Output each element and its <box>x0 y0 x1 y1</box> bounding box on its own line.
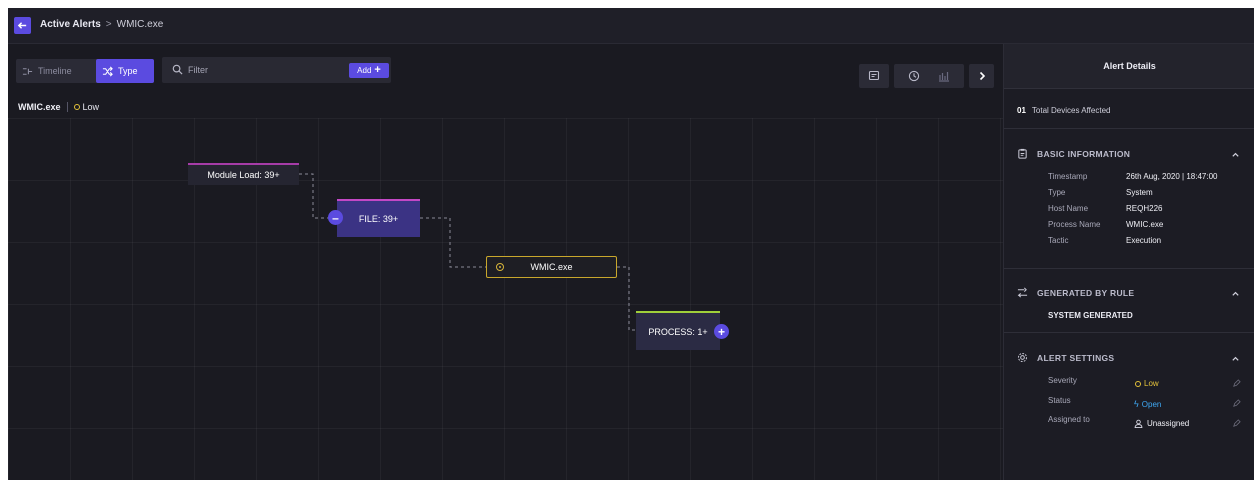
plus-icon: + <box>717 324 725 339</box>
basic-info-header[interactable]: BASIC INFORMATION <box>1017 148 1130 159</box>
node-wmic[interactable]: WMIC.exe <box>486 256 617 278</box>
target-icon <box>496 263 504 271</box>
assigned-value: Unassigned <box>1147 419 1190 428</box>
severity-select[interactable]: Low <box>1135 379 1159 388</box>
notes-button[interactable] <box>859 64 889 88</box>
settings-header[interactable]: ALERT SETTINGS <box>1017 352 1114 363</box>
type-key: Type <box>1048 188 1066 197</box>
breadcrumb: Active Alerts > WMIC.exe <box>40 19 163 30</box>
graph-severity: Low <box>73 102 100 112</box>
host-name-value: REQH226 <box>1126 204 1163 213</box>
node-wmic-label: WMIC.exe <box>530 262 573 272</box>
node-process[interactable]: PROCESS: 1+ <box>636 311 720 350</box>
graph-title: WMIC.exe Low <box>18 102 99 112</box>
devices-affected: 01 Total Devices Affected <box>1017 106 1110 115</box>
status-key: Status <box>1048 396 1071 405</box>
rule-icon <box>1017 287 1028 298</box>
tab-type-label: Type <box>118 66 138 76</box>
status-icon: ϟ <box>1134 399 1139 409</box>
back-button[interactable] <box>14 17 31 34</box>
severity-dot-icon <box>73 104 80 110</box>
host-name-key: Host Name <box>1048 204 1089 213</box>
expand-node-button[interactable]: + <box>714 324 729 339</box>
plus-icon: + <box>374 64 381 76</box>
collapse-node-button[interactable]: – <box>328 210 343 225</box>
alert-details-panel: Alert Details 01 Total Devices Affected … <box>1003 44 1254 480</box>
graph-severity-label: Low <box>82 102 100 112</box>
breadcrumb-current: WMIC.exe <box>116 19 164 30</box>
breadcrumb-separator: > <box>105 19 112 30</box>
chevron-up-icon[interactable] <box>1231 150 1240 159</box>
gear-icon <box>1017 352 1028 363</box>
graph-edges <box>299 173 636 331</box>
tab-timeline[interactable]: Timeline <box>16 59 88 83</box>
status-value: Open <box>1141 399 1162 409</box>
clipboard-icon <box>1018 148 1027 159</box>
rule-header[interactable]: GENERATED BY RULE <box>1017 287 1134 298</box>
rule-value: SYSTEM GENERATED <box>1048 311 1133 320</box>
type-value: System <box>1126 188 1153 197</box>
devices-count: 01 <box>1017 106 1026 115</box>
tactic-value: Execution <box>1126 236 1162 245</box>
timestamp-key: Timestamp <box>1048 172 1088 181</box>
panel-title: Alert Details <box>1004 44 1254 89</box>
chevron-up-icon[interactable] <box>1231 289 1240 298</box>
app-window: Active Alerts > WMIC.exe Timeline Type A… <box>8 8 1254 480</box>
graph-process-name: WMIC.exe <box>18 102 61 112</box>
view-options-group <box>894 64 964 88</box>
filter-input[interactable] <box>188 61 338 79</box>
minus-icon: – <box>332 210 339 225</box>
timeline-icon <box>22 67 33 75</box>
node-module-load-label: Module Load: 39+ <box>207 170 280 180</box>
divider <box>1004 128 1254 129</box>
view-options <box>908 70 950 82</box>
graph-canvas[interactable]: Module Load: 39+ FILE: 39+ – WMIC.exe PR… <box>8 118 1003 480</box>
expand-panel-button[interactable] <box>969 64 994 88</box>
chevron-up-icon[interactable] <box>1231 354 1240 363</box>
pencil-icon[interactable] <box>1232 419 1241 428</box>
arrow-left-icon <box>17 22 27 29</box>
divider <box>1004 268 1254 269</box>
status-select[interactable]: ϟ Open <box>1134 399 1161 409</box>
node-file-label: FILE: 39+ <box>358 214 399 224</box>
tab-timeline-label: Timeline <box>38 66 72 76</box>
bar-chart-icon[interactable] <box>938 70 950 82</box>
tactic-key: Tactic <box>1048 236 1069 245</box>
user-icon <box>1134 419 1143 428</box>
clock-icon[interactable] <box>908 70 920 82</box>
shuffle-icon <box>102 66 113 76</box>
pencil-icon[interactable] <box>1232 399 1241 408</box>
devices-label: Total Devices Affected <box>1031 106 1111 115</box>
rule-title: GENERATED BY RULE <box>1037 287 1135 298</box>
add-filter-button[interactable]: Add + <box>349 63 389 78</box>
process-name-key: Process Name <box>1048 220 1101 229</box>
node-process-label: PROCESS: 1+ <box>648 326 708 337</box>
breadcrumb-active-alerts[interactable]: Active Alerts <box>40 19 101 30</box>
settings-title: ALERT SETTINGS <box>1037 352 1115 363</box>
node-module-load[interactable]: Module Load: 39+ <box>188 163 299 185</box>
message-icon <box>868 70 880 81</box>
top-bar: Active Alerts > WMIC.exe <box>8 8 1254 44</box>
basic-info-title: BASIC INFORMATION <box>1037 148 1131 159</box>
severity-value: Low <box>1144 379 1159 388</box>
tab-type[interactable]: Type <box>96 59 154 83</box>
view-toggle: Timeline Type <box>16 59 154 83</box>
add-button-label: Add <box>357 66 372 75</box>
chevron-right-icon <box>979 71 985 81</box>
pencil-icon[interactable] <box>1232 379 1241 388</box>
divider <box>66 102 68 112</box>
process-name-value: WMIC.exe <box>1126 220 1164 229</box>
search-icon <box>172 64 183 75</box>
timestamp-value: 26th Aug, 2020 | 18:47:00 <box>1126 172 1218 181</box>
node-file[interactable]: FILE: 39+ <box>337 199 420 237</box>
severity-key: Severity <box>1048 376 1077 385</box>
assignee-select[interactable]: Unassigned <box>1134 419 1189 428</box>
severity-dot-icon <box>1135 380 1141 387</box>
assigned-key: Assigned to <box>1048 415 1090 424</box>
divider <box>1004 332 1254 333</box>
